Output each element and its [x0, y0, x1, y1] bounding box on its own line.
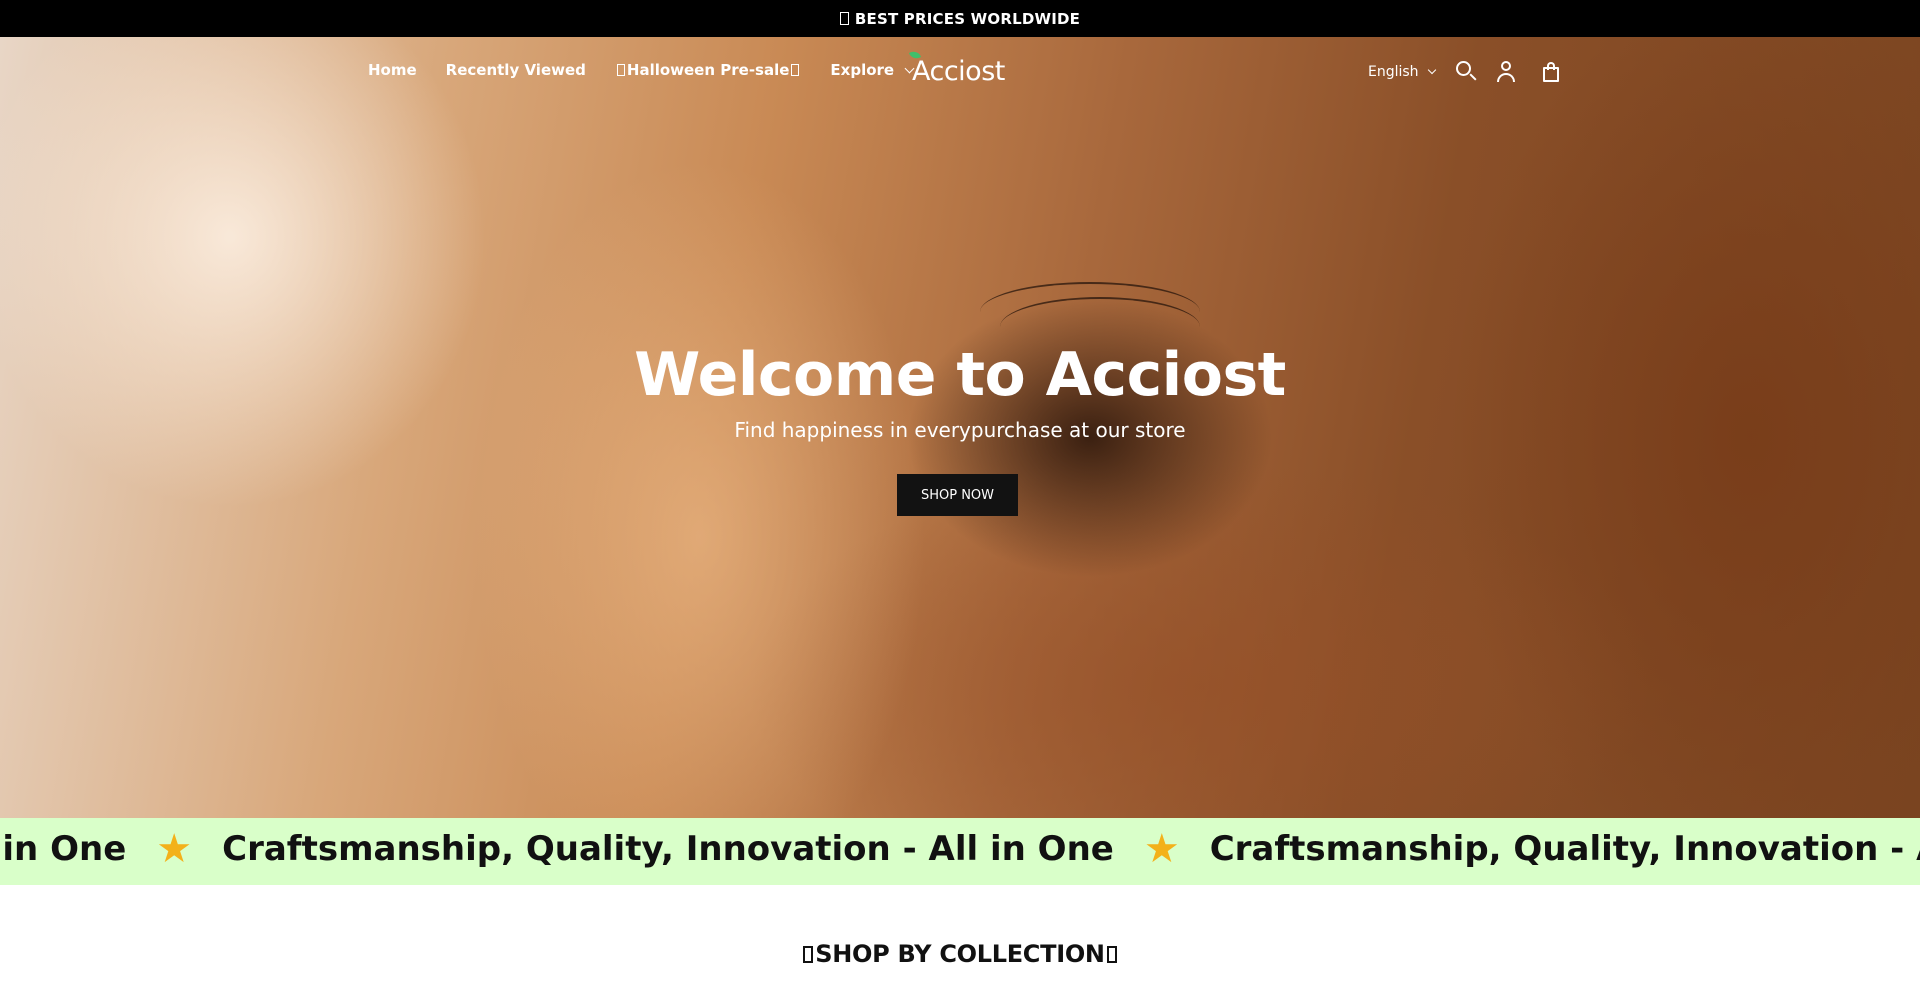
collection-section-title: SHOP BY COLLECTION [0, 940, 1920, 968]
shop-now-button[interactable]: SHOP NOW [897, 474, 1018, 516]
nav-link-label: Halloween Pre-sale [626, 61, 790, 79]
marquee-item: - All in One [0, 829, 127, 869]
logo-text: Acciost [912, 56, 1005, 87]
chevron-down-icon [1427, 65, 1436, 75]
nav-link-recently-viewed[interactable]: Recently Viewed [446, 61, 586, 79]
main-header: Home Recently Viewed Halloween Pre-sale … [0, 37, 1920, 103]
announcement-icon [839, 12, 849, 25]
emoji-placeholder-icon [803, 946, 814, 963]
header-utilities: English [1368, 59, 1564, 85]
marquee-item: Craftsmanship, Quality, Innovation - All… [222, 829, 1114, 869]
emoji-placeholder-icon [1106, 946, 1117, 963]
star-icon: ★ [1143, 826, 1180, 872]
scrolling-marquee: - All in One ★ Craftsmanship, Quality, I… [0, 818, 1920, 885]
star-icon: ★ [156, 826, 193, 872]
hero-content: Welcome to Acciost Find happiness in eve… [0, 340, 1920, 442]
site-logo[interactable]: Acciost [908, 49, 1005, 87]
nav-link-explore[interactable]: Explore [830, 61, 915, 79]
nav-link-label: Home [368, 61, 417, 79]
announcement-bar: BEST PRICES WORLDWIDE [0, 0, 1920, 37]
section-title-text: SHOP BY COLLECTION [815, 940, 1105, 968]
nav-link-home[interactable]: Home [368, 61, 417, 79]
announcement-text: BEST PRICES WORLDWIDE [854, 9, 1081, 28]
main-navigation: Home Recently Viewed Halloween Pre-sale … [368, 61, 942, 79]
account-icon[interactable] [1493, 59, 1519, 85]
search-icon[interactable] [1453, 59, 1479, 85]
cart-icon[interactable] [1538, 59, 1564, 85]
emoji-placeholder-icon [616, 64, 625, 76]
language-label: English [1368, 64, 1419, 80]
marquee-track: - All in One ★ Craftsmanship, Quality, I… [0, 829, 1920, 869]
hero-subtitle: Find happiness in everypurchase at our s… [734, 418, 1186, 442]
emoji-placeholder-icon [791, 64, 800, 76]
nav-link-halloween-presale[interactable]: Halloween Pre-sale [615, 61, 802, 79]
language-selector[interactable]: English [1368, 64, 1436, 80]
nav-link-label: Recently Viewed [445, 61, 586, 79]
nav-link-label: Explore [830, 61, 895, 79]
hero-title: Welcome to Acciost [634, 340, 1286, 410]
marquee-item: Craftsmanship, Quality, Innovation - All [1209, 829, 1920, 869]
